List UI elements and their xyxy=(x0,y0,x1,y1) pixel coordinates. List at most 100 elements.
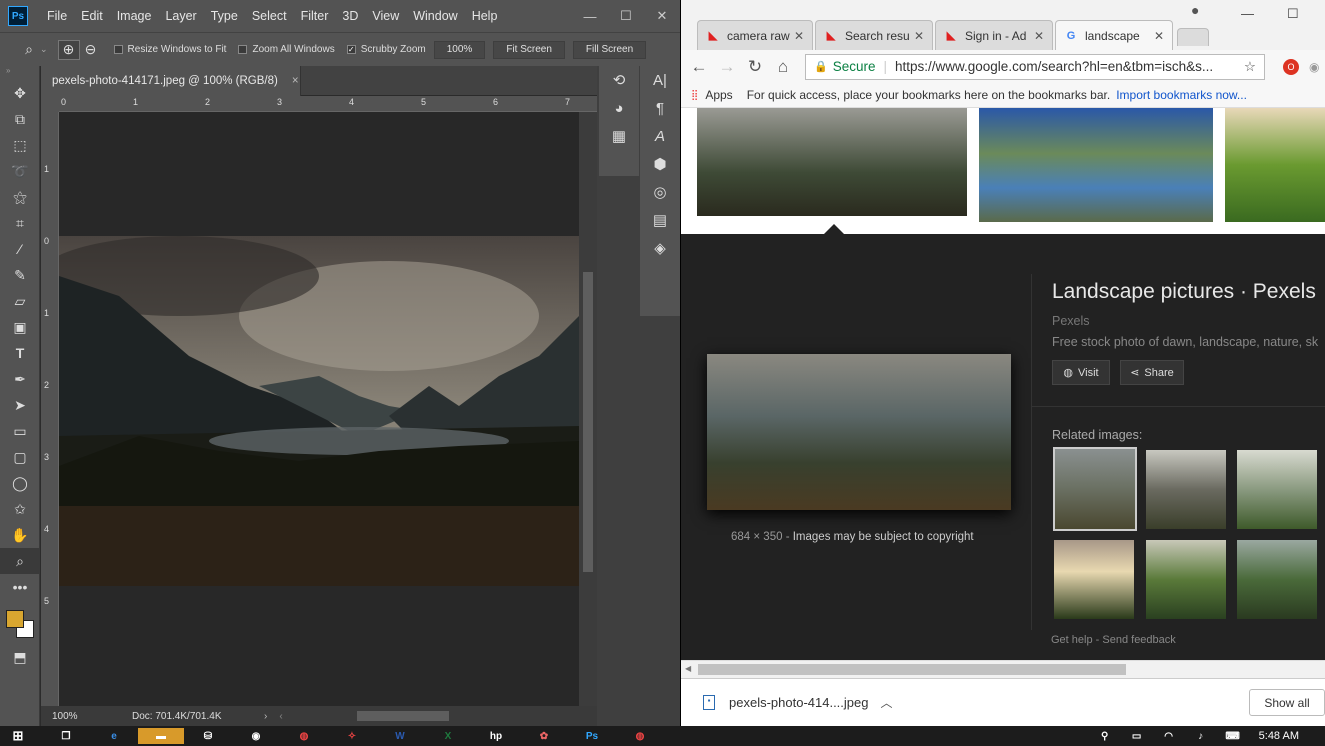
close-icon[interactable]: ✕ xyxy=(1034,29,1044,43)
keyboard-icon[interactable]: ⌨ xyxy=(1223,728,1243,744)
glyphs-icon[interactable]: A xyxy=(640,122,680,150)
properties-icon[interactable]: ▤ xyxy=(640,206,680,234)
vertical-scrollbar[interactable] xyxy=(579,112,597,706)
menu-3d[interactable]: 3D xyxy=(335,9,365,23)
image-title[interactable]: Landscape pictures · Pexels xyxy=(1052,280,1316,304)
ellipse-icon[interactable]: ◯ xyxy=(0,470,40,496)
share-button[interactable]: ⋖ Share xyxy=(1120,360,1184,385)
layers-icon[interactable]: ◈ xyxy=(640,234,680,262)
foreground-color-swatch[interactable] xyxy=(6,610,24,628)
cc-libraries-icon[interactable]: ◎ xyxy=(640,178,680,206)
rounded-rect-icon[interactable]: ▢ xyxy=(0,444,40,470)
menu-file[interactable]: File xyxy=(40,9,74,23)
related-image-1[interactable] xyxy=(1053,447,1137,531)
rectangle-icon[interactable]: ▭ xyxy=(0,418,40,444)
download-filename[interactable]: pexels-photo-414....jpeg xyxy=(729,695,868,710)
menu-type[interactable]: Type xyxy=(204,9,245,23)
zoom-100-button[interactable]: 100% xyxy=(433,40,486,59)
close-icon[interactable]: ✕ xyxy=(1154,29,1164,43)
tab-sign-in[interactable]: ◣ Sign in - Ad ✕ xyxy=(935,20,1053,50)
related-image-4[interactable] xyxy=(1054,540,1134,619)
zoom-level[interactable]: 100% xyxy=(52,711,112,722)
image-source[interactable]: Pexels xyxy=(1052,314,1090,328)
wifi-icon[interactable]: ◠ xyxy=(1159,728,1179,744)
chevron-right-icon[interactable]: › xyxy=(264,711,267,722)
volume-icon[interactable]: ♪ xyxy=(1191,728,1211,744)
tab-landscape[interactable]: G landscape ✕ xyxy=(1055,20,1173,50)
character-icon[interactable]: A| xyxy=(640,66,680,94)
marquee-icon[interactable]: ⬚ xyxy=(0,132,40,158)
forward-icon[interactable]: → xyxy=(713,57,741,77)
hand-icon[interactable]: ✋ xyxy=(0,522,40,548)
menu-layer[interactable]: Layer xyxy=(158,9,203,23)
chevron-down-icon[interactable]: ⌄ xyxy=(40,44,48,55)
horizontal-scrollbar[interactable]: ◀ xyxy=(681,660,1325,678)
eyedropper-icon[interactable]: ⁄ xyxy=(0,236,40,262)
pen-icon[interactable]: ✒ xyxy=(0,366,40,392)
task-view-icon[interactable]: ❐ xyxy=(56,728,76,744)
new-tab-button[interactable] xyxy=(1177,28,1209,46)
chrome-taskbar-icon[interactable]: ◍ xyxy=(630,728,650,744)
horizontal-scroll-thumb[interactable] xyxy=(356,711,449,721)
scroll-thumb[interactable] xyxy=(583,272,593,572)
tab-camera-raw[interactable]: ◣ camera raw ✕ xyxy=(697,20,813,50)
app-icon[interactable]: ✧ xyxy=(342,728,362,744)
history-icon[interactable]: ⟲ xyxy=(599,66,639,94)
camera-icon[interactable]: ◉ xyxy=(246,728,266,744)
url-text[interactable]: https://www.google.com/search?hl=en&tbm=… xyxy=(895,59,1244,74)
scroll-left-icon[interactable]: ◀ xyxy=(685,664,691,673)
collapse-icon[interactable]: » xyxy=(0,66,39,80)
paint-icon[interactable]: ✿ xyxy=(534,728,554,744)
omnibox[interactable]: 🔒 Secure | https://www.google.com/search… xyxy=(805,53,1265,80)
get-help-link[interactable]: Get help xyxy=(1051,634,1093,646)
reload-icon[interactable]: ↻ xyxy=(741,57,769,77)
path-select-icon[interactable]: ➤ xyxy=(0,392,40,418)
zoom-in-icon[interactable]: ⊕ xyxy=(57,39,80,60)
related-image-5[interactable] xyxy=(1146,540,1226,619)
minimize-button[interactable]: — xyxy=(1241,6,1254,21)
menu-image[interactable]: Image xyxy=(110,9,159,23)
zoom-tool-icon[interactable]: ⌕ xyxy=(18,40,40,60)
show-all-button[interactable]: Show all xyxy=(1249,689,1325,716)
visit-button[interactable]: ◍ Visit xyxy=(1052,360,1110,385)
custom-shape-icon[interactable]: ✩ xyxy=(0,496,40,522)
store-icon[interactable]: ⛁ xyxy=(198,728,218,744)
hp-icon[interactable]: hp xyxy=(486,728,506,744)
related-image-6[interactable] xyxy=(1237,540,1317,619)
type-icon[interactable]: T xyxy=(0,340,40,366)
chevron-up-icon[interactable]: ︿ xyxy=(880,694,892,711)
word-icon[interactable]: W xyxy=(390,728,410,744)
send-feedback-link[interactable]: Send feedback xyxy=(1102,634,1175,646)
related-image-3[interactable] xyxy=(1237,450,1317,529)
maximize-button[interactable]: ☐ xyxy=(608,8,644,24)
excel-icon[interactable]: X xyxy=(438,728,458,744)
document-tab[interactable]: pexels-photo-414171.jpeg @ 100% (RGB/8) … xyxy=(41,66,301,96)
apps-grid-icon[interactable]: ⣿ xyxy=(691,90,698,101)
result-thumbnail-field[interactable] xyxy=(1225,108,1325,222)
ps-canvas[interactable] xyxy=(59,112,579,706)
tab-search-results[interactable]: ◣ Search resu ✕ xyxy=(815,20,933,50)
clock[interactable]: 5:48 AM xyxy=(1259,730,1299,742)
minimize-button[interactable]: — xyxy=(572,9,608,24)
person-icon[interactable]: ⚲ xyxy=(1095,728,1115,744)
network-icon[interactable]: ▭ xyxy=(1127,728,1147,744)
extension-icon[interactable]: O xyxy=(1283,58,1299,75)
artboard-icon[interactable]: ⧉ xyxy=(0,106,40,132)
move-icon[interactable]: ✥ xyxy=(0,80,40,106)
photoshop-taskbar-icon[interactable]: Ps xyxy=(582,728,602,744)
color-swatches[interactable] xyxy=(0,600,39,644)
lasso-icon[interactable]: ➰ xyxy=(0,158,40,184)
fill-screen-button[interactable]: Fill Screen xyxy=(572,40,647,59)
menu-filter[interactable]: Filter xyxy=(294,9,336,23)
star-icon[interactable]: ☆ xyxy=(1244,59,1256,75)
profile-icon[interactable]: ● xyxy=(1191,2,1199,18)
back-icon[interactable]: ← xyxy=(685,57,713,77)
3d-cube-icon[interactable]: ⬢ xyxy=(640,150,680,178)
menu-select[interactable]: Select xyxy=(245,9,294,23)
result-thumbnail-mountain-lake[interactable] xyxy=(697,108,967,216)
gradient-icon[interactable]: ▣ xyxy=(0,314,40,340)
fit-screen-button[interactable]: Fit Screen xyxy=(493,40,565,59)
landscape-photo[interactable] xyxy=(59,236,579,586)
menu-view[interactable]: View xyxy=(365,9,406,23)
windows-start-icon[interactable]: ⊞ xyxy=(8,728,28,744)
